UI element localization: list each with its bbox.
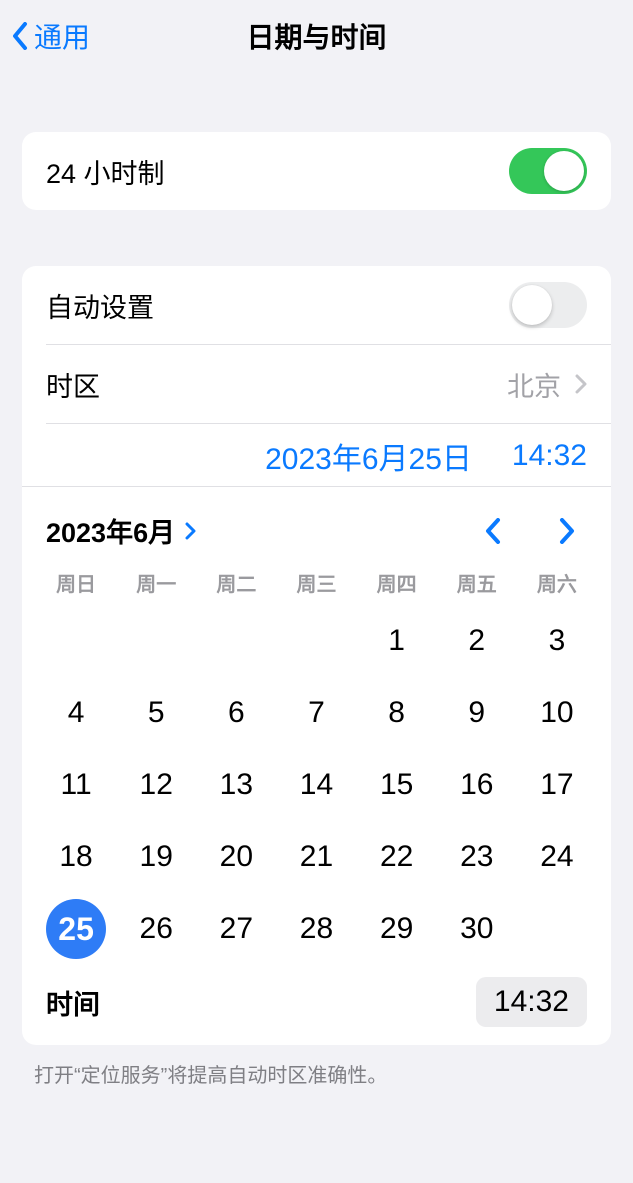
calendar-day[interactable]: 19 [116, 821, 196, 893]
calendar-day[interactable]: 17 [517, 749, 597, 821]
calendar-day[interactable]: 25 [36, 893, 116, 965]
calendar-day[interactable]: 12 [116, 749, 196, 821]
calendar-day[interactable]: 22 [357, 821, 437, 893]
calendar-day[interactable]: 2 [437, 605, 517, 677]
weekday-header: 周日 [36, 568, 116, 597]
calendar-day[interactable]: 10 [517, 677, 597, 749]
toggle-auto-set[interactable] [509, 282, 587, 328]
calendar-day[interactable]: 15 [357, 749, 437, 821]
row-24-hour-label: 24 小时制 [46, 152, 509, 191]
calendar-day[interactable]: 23 [437, 821, 517, 893]
weekday-header: 周三 [276, 568, 356, 597]
calendar-day[interactable]: 27 [196, 893, 276, 965]
calendar-day[interactable]: 9 [437, 677, 517, 749]
month-label: 2023年6月 [46, 511, 175, 550]
month-select-button[interactable]: 2023年6月 [46, 511, 197, 550]
chevron-left-icon [12, 22, 28, 50]
calendar-day-empty [36, 605, 116, 677]
chevron-right-icon [185, 522, 197, 540]
calendar-day[interactable]: 3 [517, 605, 597, 677]
row-timezone[interactable]: 时区 北京 [22, 345, 611, 423]
calendar-day[interactable]: 29 [357, 893, 437, 965]
row-24-hour: 24 小时制 [22, 132, 611, 210]
row-auto-set-label: 自动设置 [46, 286, 509, 325]
date-picker-button[interactable]: 2023年6月25日 [265, 434, 472, 478]
calendar-day[interactable]: 30 [437, 893, 517, 965]
calendar-day[interactable]: 20 [196, 821, 276, 893]
calendar-day[interactable]: 1 [357, 605, 437, 677]
time-label: 时间 [46, 983, 476, 1022]
page-title: 日期与时间 [0, 16, 633, 56]
calendar-day-empty [276, 605, 356, 677]
chevron-left-icon [485, 518, 501, 544]
calendar-day[interactable]: 11 [36, 749, 116, 821]
calendar-day[interactable]: 18 [36, 821, 116, 893]
back-button[interactable]: 通用 [12, 16, 90, 56]
calendar-day[interactable]: 16 [437, 749, 517, 821]
weekday-header: 周一 [116, 568, 196, 597]
weekday-header-row: 周日周一周二周三周四周五周六 [22, 550, 611, 605]
toggle-24-hour[interactable] [509, 148, 587, 194]
toggle-knob [512, 285, 552, 325]
chevron-right-icon [575, 374, 587, 394]
calendar-day[interactable]: 13 [196, 749, 276, 821]
row-auto-set: 自动设置 [22, 266, 611, 344]
footer-note: 打开“定位服务”将提高自动时区准确性。 [0, 1045, 633, 1088]
calendar-day-empty [196, 605, 276, 677]
back-label: 通用 [34, 16, 90, 56]
row-timezone-value: 北京 [507, 365, 561, 404]
calendar-day[interactable]: 28 [276, 893, 356, 965]
weekday-header: 周五 [437, 568, 517, 597]
calendar-day[interactable]: 26 [116, 893, 196, 965]
calendar-day[interactable]: 4 [36, 677, 116, 749]
calendar-day[interactable]: 5 [116, 677, 196, 749]
chevron-right-icon [559, 518, 575, 544]
calendar-day[interactable]: 8 [357, 677, 437, 749]
calendar-day[interactable]: 14 [276, 749, 356, 821]
weekday-header: 周四 [357, 568, 437, 597]
calendar-day[interactable]: 7 [276, 677, 356, 749]
weekday-header: 周二 [196, 568, 276, 597]
calendar-day[interactable]: 6 [196, 677, 276, 749]
prev-month-button[interactable] [481, 516, 505, 546]
next-month-button[interactable] [555, 516, 579, 546]
calendar-day[interactable]: 21 [276, 821, 356, 893]
weekday-header: 周六 [517, 568, 597, 597]
calendar-grid: 1234567891011121314151617181920212223242… [22, 605, 611, 965]
row-timezone-label: 时区 [46, 365, 507, 404]
toggle-knob [544, 151, 584, 191]
time-picker-button[interactable]: 14:32 [512, 439, 587, 473]
time-value-button[interactable]: 14:32 [476, 977, 587, 1027]
calendar-day[interactable]: 24 [517, 821, 597, 893]
calendar-day-empty [116, 605, 196, 677]
